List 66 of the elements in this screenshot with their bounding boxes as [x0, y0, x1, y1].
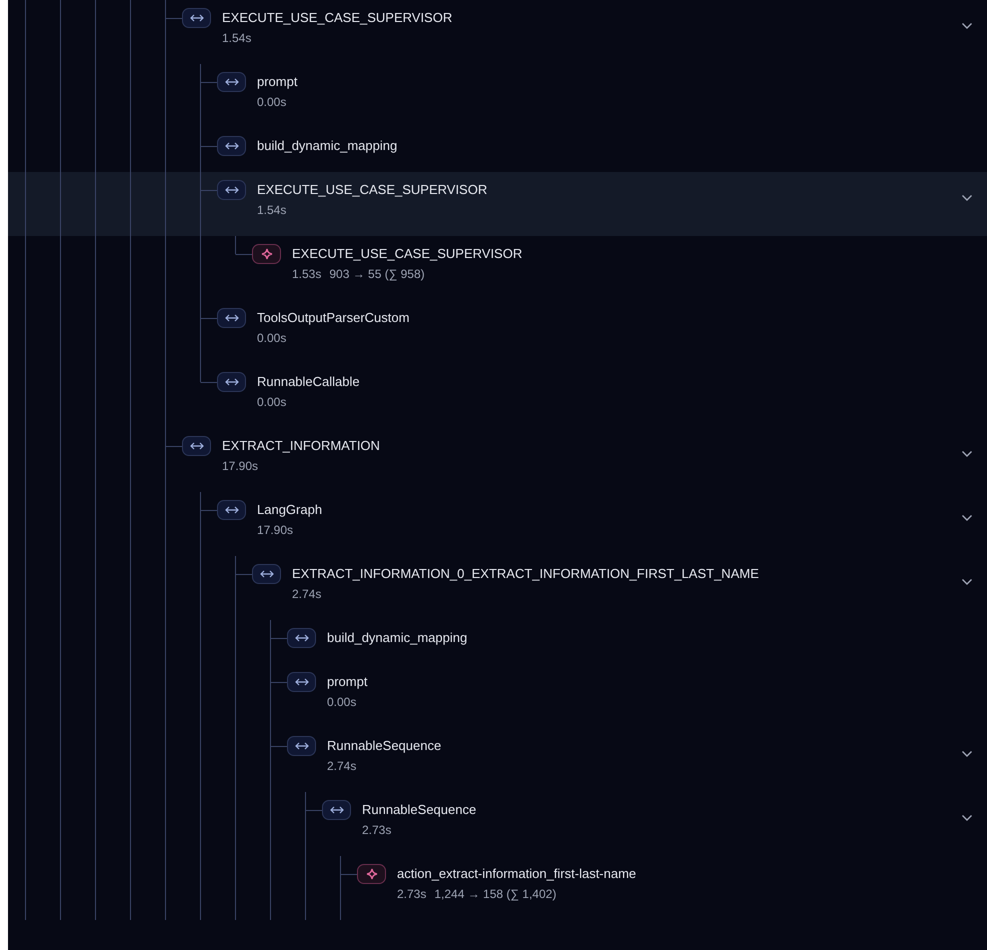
- trace-row[interactable]: EXTRACT_INFORMATION 17.90s: [8, 428, 987, 492]
- trace-row[interactable]: EXTRACT_INFORMATION_0_EXTRACT_INFORMATION_FIRST_LAST_NAME 2.74s: [8, 556, 987, 620]
- chevron-down-icon[interactable]: [961, 22, 973, 30]
- run-name: RunnableSequence: [327, 737, 442, 755]
- double-arrow-icon: [190, 13, 204, 23]
- double-arrow-icon: [294, 677, 308, 687]
- sparkle-icon: [366, 868, 378, 880]
- trace-row[interactable]: action_extract-information_first-last-name 2.73s 1,244 → 158 (∑ 1,402): [8, 856, 987, 920]
- duration-text: 17.90s: [257, 522, 294, 539]
- run-name: build_dynamic_mapping: [327, 629, 468, 647]
- duration-text: 1.53s: [292, 266, 322, 283]
- run-name: EXTRACT_INFORMATION_0_EXTRACT_INFORMATION_FIRST_LAST_NAME: [292, 565, 759, 583]
- trace-row[interactable]: EXECUTE_USE_CASE_SUPERVISOR 1.54s: [8, 0, 987, 64]
- double-arrow-icon: [224, 141, 238, 151]
- duration-text: 2.74s: [327, 758, 356, 775]
- chevron-down-icon[interactable]: [961, 814, 973, 822]
- run-name: RunnableCallable: [257, 373, 360, 391]
- double-arrow-icon: [224, 77, 238, 87]
- trace-row[interactable]: ToolsOutputParserCustom 0.00s: [8, 300, 987, 364]
- run-name: EXECUTE_USE_CASE_SUPERVISOR: [292, 245, 522, 263]
- trace-row[interactable]: prompt 0.00s: [8, 64, 987, 128]
- trace-row[interactable]: RunnableSequence 2.73s: [8, 792, 987, 856]
- double-arrow-icon: [294, 633, 308, 643]
- run-name: action_extract-information_first-last-name: [397, 865, 636, 883]
- trace-row[interactable]: build_dynamic_mapping: [8, 620, 987, 664]
- duration-text: 2.73s: [362, 822, 392, 839]
- token-count: 1,244 → 158 (∑ 1,402): [434, 886, 556, 903]
- double-arrow-icon: [224, 313, 238, 323]
- double-arrow-icon: [224, 505, 238, 515]
- chevron-down-icon[interactable]: [961, 194, 973, 202]
- double-arrow-icon: [224, 185, 238, 195]
- run-name: EXTRACT_INFORMATION: [222, 437, 380, 455]
- double-arrow-icon: [294, 741, 308, 751]
- duration-text: 0.00s: [257, 94, 286, 111]
- run-name: prompt: [257, 73, 298, 91]
- duration-text: 0.00s: [257, 330, 286, 347]
- token-count: 903 → 55 (∑ 958): [329, 266, 425, 283]
- run-name: build_dynamic_mapping: [257, 137, 398, 155]
- duration-text: 0.00s: [327, 694, 356, 711]
- double-arrow-icon: [330, 805, 344, 815]
- run-name: LangGraph: [257, 501, 322, 519]
- duration-text: 2.74s: [292, 586, 322, 603]
- duration-text: 0.00s: [257, 394, 286, 411]
- double-arrow-icon: [260, 569, 274, 579]
- sparkle-icon: [260, 248, 272, 260]
- trace-row[interactable]: LangGraph 17.90s: [8, 492, 987, 556]
- trace-row[interactable]: RunnableSequence 2.74s: [8, 728, 987, 792]
- double-arrow-icon: [224, 377, 238, 387]
- trace-row[interactable]: EXECUTE_USE_CASE_SUPERVISOR 1.53s 903 → 55 (∑ 958): [8, 236, 987, 300]
- run-name: RunnableSequence: [362, 801, 476, 819]
- duration-text: 1.54s: [257, 202, 286, 219]
- run-name: EXECUTE_USE_CASE_SUPERVISOR: [222, 9, 452, 27]
- trace-row[interactable]: prompt 0.00s: [8, 664, 987, 728]
- chevron-down-icon[interactable]: [961, 450, 973, 458]
- chevron-down-icon[interactable]: [961, 578, 973, 586]
- chevron-down-icon[interactable]: [961, 750, 973, 758]
- double-arrow-icon: [190, 441, 204, 451]
- run-name: ToolsOutputParserCustom: [257, 309, 410, 327]
- run-name: EXECUTE_USE_CASE_SUPERVISOR: [257, 181, 488, 199]
- run-name: prompt: [327, 673, 368, 691]
- duration-text: 17.90s: [222, 458, 258, 475]
- duration-text: 1.54s: [222, 30, 252, 47]
- trace-row[interactable]: EXECUTE_USE_CASE_SUPERVISOR 1.54s: [8, 172, 987, 236]
- trace-row[interactable]: RunnableCallable 0.00s: [8, 364, 987, 428]
- duration-text: 2.73s: [397, 886, 426, 903]
- chevron-down-icon[interactable]: [961, 514, 973, 522]
